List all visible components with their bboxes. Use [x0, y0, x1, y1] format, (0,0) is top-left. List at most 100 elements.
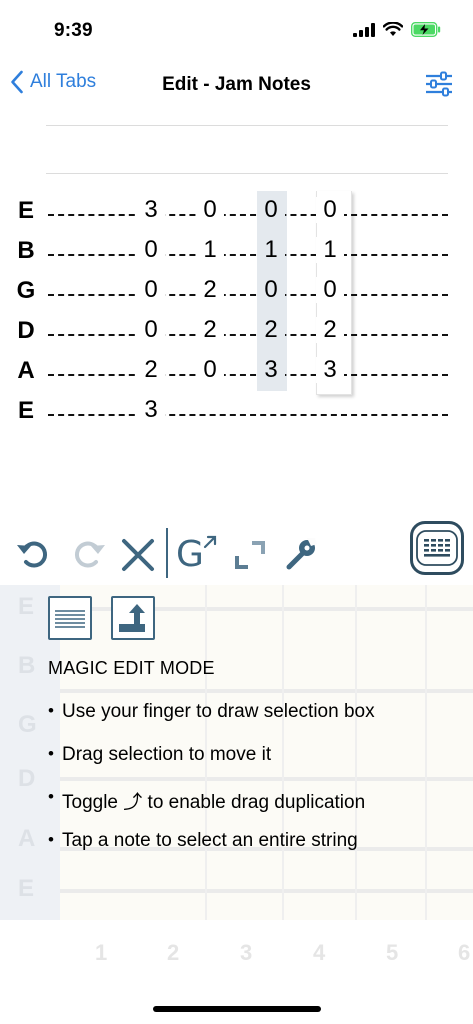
help-bullet: • Tap a note to select an entire string	[48, 830, 358, 852]
fret-note[interactable]: 0	[257, 277, 285, 303]
tab-string-row[interactable]: E3	[0, 389, 473, 429]
drag-duplicate-toggle[interactable]	[111, 596, 155, 640]
fret-note[interactable]: 0	[316, 197, 344, 223]
fret-number: 3	[240, 940, 253, 965]
fret-number: 4	[313, 940, 326, 965]
help-bullet: • Use your finger to draw selection box	[48, 701, 375, 723]
fretboard-line	[60, 777, 473, 781]
delete-button[interactable]	[120, 538, 156, 577]
fret-note[interactable]: 0	[137, 237, 165, 263]
fret-note[interactable]: 2	[316, 317, 344, 343]
string-name[interactable]: E	[14, 397, 38, 425]
fret-note[interactable]: 0	[316, 277, 344, 303]
home-indicator[interactable]	[153, 1006, 321, 1012]
string-line	[48, 254, 448, 256]
fret-note[interactable]: 2	[137, 357, 165, 383]
fretboard-string-label: G	[18, 711, 37, 738]
fret-note[interactable]: 3	[316, 357, 344, 383]
help-bullet-text: Toggle ⤴ to enable drag duplication	[62, 792, 366, 813]
fretboard-fret	[355, 585, 357, 920]
fret-note[interactable]: 0	[257, 197, 285, 223]
battery-charging-icon	[411, 22, 441, 37]
wrench-icon	[286, 538, 317, 570]
edit-toolbar: G	[0, 520, 473, 582]
divider	[46, 125, 448, 126]
toolbar-separator	[166, 528, 168, 578]
tab-string-row[interactable]: D 0 2 2 2	[0, 309, 473, 349]
fret-note[interactable]: 1	[257, 237, 285, 263]
fretboard-fret	[282, 585, 284, 920]
arrow-up-right-icon	[203, 535, 217, 549]
fret-number-strip: 1 2 3 4 5 6	[0, 920, 473, 980]
mode-title: MAGIC EDIT MODE	[48, 658, 215, 678]
keyboard-toggle-button[interactable]	[410, 521, 464, 575]
fret-note[interactable]: 3	[257, 357, 285, 383]
status-icons	[353, 22, 441, 37]
tab-string-row[interactable]: G 0 2 0 0	[0, 269, 473, 309]
fret-note[interactable]: 3	[137, 197, 165, 223]
help-bullet: • Drag selection to move it	[48, 744, 271, 766]
string-name[interactable]: A	[14, 357, 38, 385]
fret-note[interactable]: 2	[196, 277, 224, 303]
delete-icon	[122, 539, 154, 571]
status-bar: 9:39	[0, 0, 473, 60]
redo-icon	[74, 541, 105, 568]
tab-string-row[interactable]: B 0 1 1 1	[0, 229, 473, 269]
fret-note[interactable]: 2	[196, 317, 224, 343]
string-name[interactable]: D	[14, 317, 38, 345]
fretboard-fret	[425, 585, 427, 920]
fret-note[interactable]: 1	[196, 237, 224, 263]
tab-string-row[interactable]: E 3 0 0 0	[0, 189, 473, 229]
fret-note[interactable]: 0	[196, 197, 224, 223]
fret-number: 1	[95, 940, 108, 965]
undo-button[interactable]	[14, 536, 56, 577]
string-line	[48, 334, 448, 336]
undo-icon	[17, 541, 48, 568]
page-title: Edit - Jam Notes	[162, 74, 311, 95]
wrench-button[interactable]	[284, 536, 318, 577]
fret-note[interactable]: 3	[137, 397, 165, 423]
fret-number: 2	[167, 940, 180, 965]
fretboard-string-label: D	[18, 765, 36, 792]
corner-up-right-icon	[119, 604, 145, 632]
fretboard-line	[60, 889, 473, 893]
redo-button[interactable]	[66, 536, 108, 577]
settings-button[interactable]	[425, 71, 453, 102]
status-time: 9:39	[54, 20, 93, 41]
string-line	[48, 214, 448, 216]
chord-button[interactable]: G	[176, 534, 220, 575]
bullet-dot: •	[48, 787, 54, 806]
sliders-icon	[426, 71, 452, 97]
string-name[interactable]: B	[14, 237, 38, 265]
tab-editor[interactable]: E 3 0 0 0 B 0 1 1 1 G 0 2 0 0 D 0 2 2 2 A 2 0 3 3 E 3	[0, 185, 473, 425]
fret-note[interactable]: 1	[316, 237, 344, 263]
list-icon	[55, 610, 85, 628]
expand-icon	[235, 541, 265, 569]
chord-glyph-icon: G	[176, 534, 204, 575]
fretboard-string-label: E	[18, 593, 35, 620]
string-name[interactable]: G	[14, 277, 38, 305]
expand-button[interactable]	[232, 538, 268, 577]
wifi-icon	[383, 22, 403, 36]
bullet-dot: •	[48, 744, 54, 763]
string-name[interactable]: E	[14, 197, 38, 225]
string-line	[48, 294, 448, 296]
keyboard-icon	[416, 530, 458, 566]
fret-note[interactable]: 0	[137, 277, 165, 303]
fretboard-string-label: A	[18, 825, 36, 852]
fretboard-string-label: E	[18, 875, 35, 902]
fret-note[interactable]: 0	[137, 317, 165, 343]
help-panel: EBGDAE MAGIC EDIT MODE • Use your finger …	[0, 585, 473, 920]
fretboard-line	[60, 689, 473, 693]
help-bullet: • Toggle ⤴ to enable drag duplication	[48, 787, 365, 814]
fretboard-string-label: B	[18, 652, 36, 679]
bullet-dot: •	[48, 830, 54, 849]
fret-number: 5	[386, 940, 399, 965]
divider	[46, 173, 448, 174]
fret-note[interactable]: 0	[196, 357, 224, 383]
fret-note[interactable]: 2	[257, 317, 285, 343]
cellular-signal-icon	[353, 22, 375, 37]
tab-string-row[interactable]: A 2 0 3 3	[0, 349, 473, 389]
list-mode-button[interactable]	[48, 596, 92, 640]
help-bullet-text: Drag selection to move it	[62, 744, 272, 765]
